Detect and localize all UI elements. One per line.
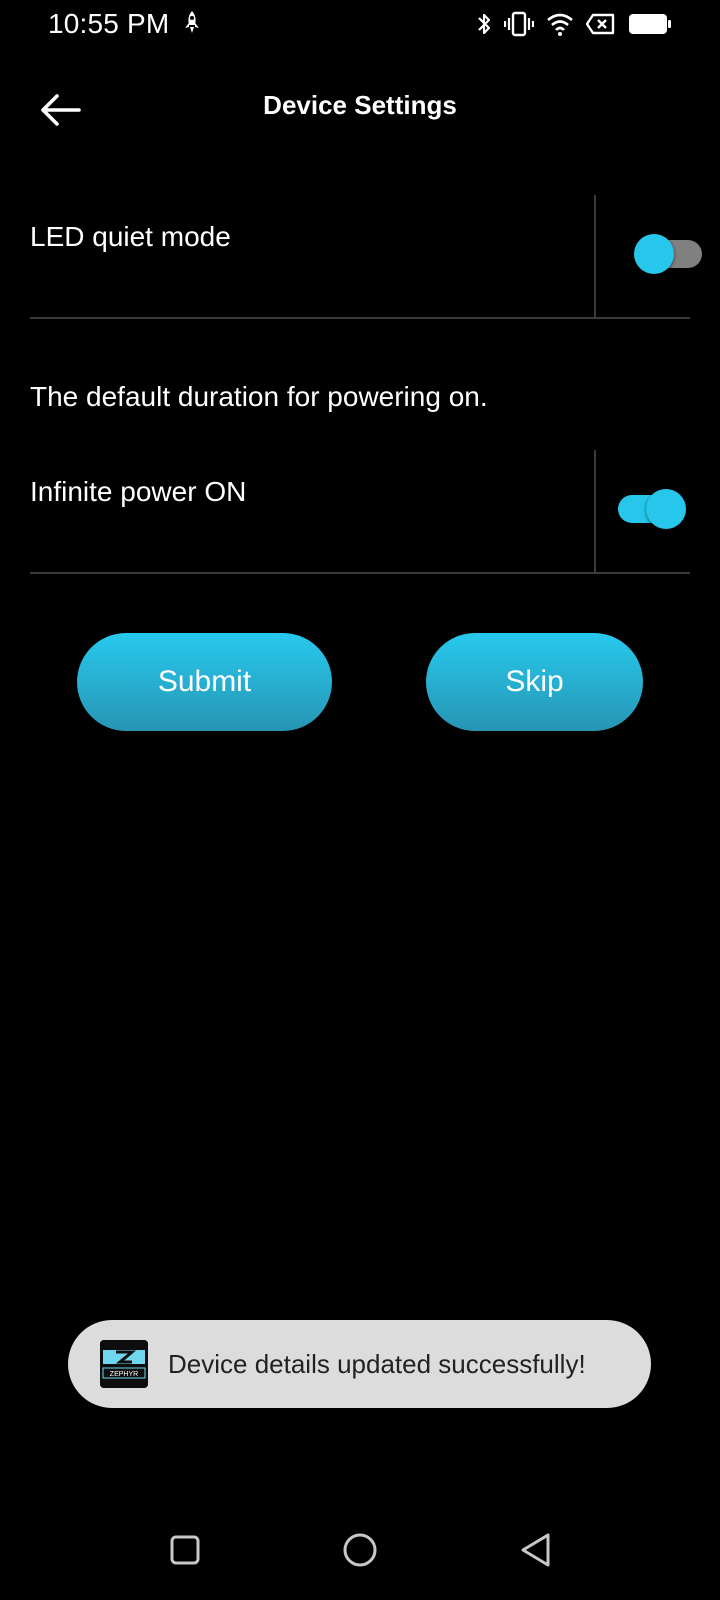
- infinite-power-toggle[interactable]: [618, 489, 686, 529]
- system-nav-bar: [0, 1500, 720, 1600]
- power-duration-description: The default duration for powering on.: [30, 381, 488, 412]
- infinite-power-label: Infinite power ON: [30, 476, 247, 507]
- app-header: Device Settings: [0, 70, 720, 150]
- led-quiet-mode-row: LED quiet mode: [30, 195, 702, 319]
- rocket-icon: [182, 10, 202, 36]
- toggle-thumb: [634, 234, 674, 274]
- toast-message: Device details updated successfully!: [168, 1348, 586, 1379]
- nav-back-button[interactable]: [516, 1530, 556, 1570]
- home-circle-icon: [343, 1533, 377, 1567]
- status-time: 10:55 PM: [48, 8, 170, 39]
- skip-button[interactable]: Skip: [426, 633, 643, 731]
- page-title: Device Settings: [263, 90, 457, 120]
- row-divider: [594, 450, 596, 572]
- led-quiet-mode-label: LED quiet mode: [30, 221, 231, 252]
- recents-button[interactable]: [165, 1530, 205, 1570]
- vibrate-icon: [504, 11, 534, 37]
- toggle-thumb: [646, 489, 686, 529]
- recents-square-icon: [170, 1535, 200, 1565]
- bluetooth-icon: [476, 11, 492, 37]
- zephyr-logo-icon: ZEPHYR: [100, 1340, 148, 1388]
- toast-notification: ZEPHYR Device details updated successful…: [68, 1320, 651, 1408]
- submit-button[interactable]: Submit: [77, 633, 332, 731]
- back-triangle-icon: [521, 1533, 550, 1567]
- led-quiet-mode-toggle[interactable]: [634, 234, 702, 274]
- row-divider: [594, 195, 596, 317]
- no-sim-icon: [586, 13, 616, 35]
- status-bar: 10:55 PM: [0, 0, 720, 50]
- infinite-power-row: Infinite power ON: [30, 450, 690, 574]
- wifi-icon: [546, 12, 574, 36]
- home-button[interactable]: [340, 1530, 380, 1570]
- status-icons: [476, 8, 672, 40]
- zephyr-logo-text: ZEPHYR: [110, 1371, 138, 1378]
- battery-icon: [628, 13, 672, 35]
